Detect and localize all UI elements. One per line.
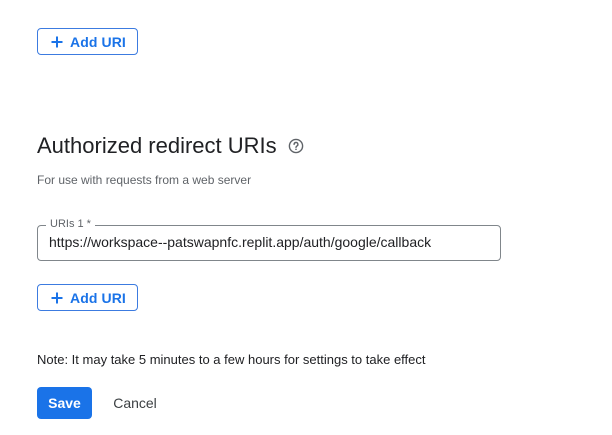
help-circle-icon[interactable] [288, 138, 304, 154]
redirect-uri-field[interactable]: URIs 1 * https://workspace--patswapnfc.r… [37, 218, 501, 261]
add-uri-button-top[interactable]: Add URI [37, 28, 138, 55]
section-title: Authorized redirect URIs [37, 133, 304, 159]
section-title-text: Authorized redirect URIs [37, 133, 277, 158]
cancel-button[interactable]: Cancel [104, 387, 166, 419]
add-uri-label: Add URI [70, 289, 126, 306]
plus-icon [50, 291, 64, 305]
section-subtitle: For use with requests from a web server [37, 173, 252, 187]
plus-icon [50, 35, 64, 49]
oauth-client-form: Add URI Authorized redirect URIs For use… [0, 0, 612, 435]
add-uri-button[interactable]: Add URI [37, 284, 138, 311]
save-button[interactable]: Save [37, 387, 92, 419]
add-uri-label: Add URI [70, 33, 126, 50]
settings-note: Note: It may take 5 minutes to a few hou… [37, 352, 426, 367]
redirect-uri-input[interactable]: https://workspace--patswapnfc.replit.app… [49, 234, 431, 250]
redirect-uri-label: URIs 1 * [46, 218, 95, 230]
